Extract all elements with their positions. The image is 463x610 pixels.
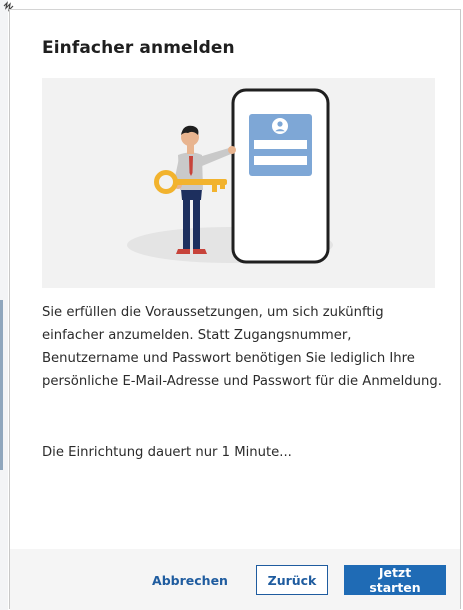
background-window-stripe [0, 300, 3, 470]
illustration-graphic [127, 88, 333, 264]
dialog-footer: Abbrechen Zurück Jetzt starten [10, 549, 460, 610]
smartphone-icon [231, 88, 330, 264]
dialog-title: Einfacher anmelden [42, 38, 235, 58]
setup-duration-note: Die Einrichtung dauert nur 1 Minute... [42, 445, 292, 460]
login-dialog: Einfacher anmelden Sie erfüllen die Vora… [9, 9, 461, 610]
cancel-button[interactable]: Abbrechen [150, 565, 230, 595]
back-button[interactable]: Zurück [256, 565, 328, 595]
user-avatar-icon [272, 118, 288, 134]
dialog-body-text: Sie erfüllen die Voraussetzungen, um sic… [42, 305, 442, 389]
login-illustration [42, 78, 435, 288]
start-button[interactable]: Jetzt starten [344, 565, 446, 595]
page: Einfacher anmelden Sie erfüllen die Vora… [0, 0, 463, 610]
